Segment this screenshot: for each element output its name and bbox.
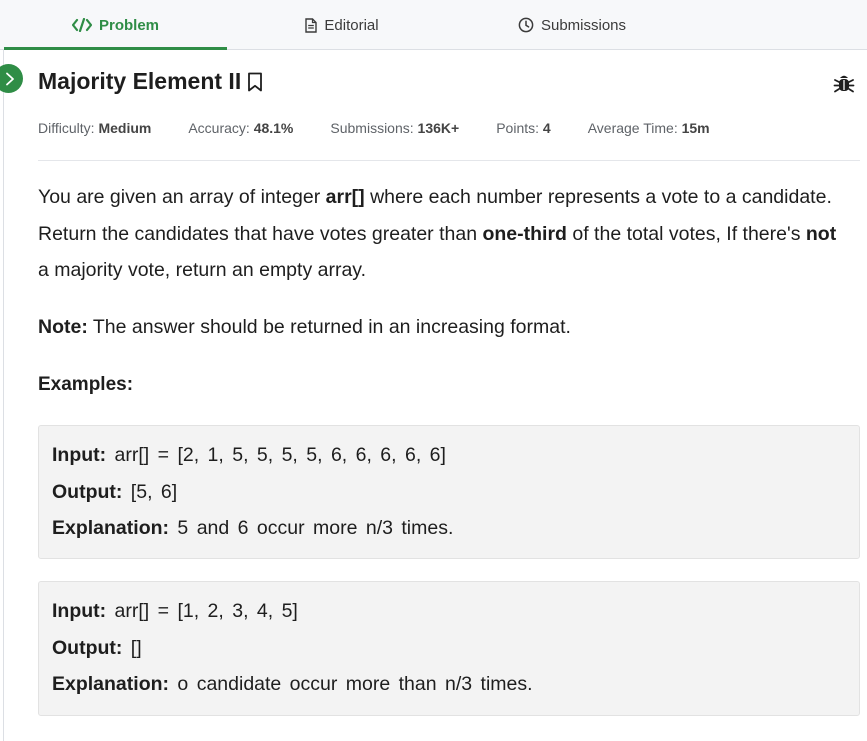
example-explanation: Explanation: o candidate occur more than… bbox=[52, 673, 533, 695]
bookmark-icon[interactable] bbox=[247, 72, 263, 92]
example-output: Output: [] bbox=[52, 636, 142, 659]
expand-panel-button[interactable] bbox=[0, 64, 23, 93]
active-tab-indicator bbox=[4, 47, 227, 50]
example-block: Input: arr[] = [2, 1, 5, 5, 5, 5, 6, 6, … bbox=[38, 425, 860, 559]
meta-submissions: Submissions: 136K+ bbox=[330, 120, 460, 136]
code-icon bbox=[71, 18, 92, 32]
tab-problem[interactable]: Problem bbox=[4, 0, 227, 50]
examples-heading: Examples: bbox=[38, 374, 134, 395]
example-block: Input: arr[] = [1, 2, 3, 4, 5] Output: [… bbox=[38, 581, 860, 716]
meta-difficulty: Difficulty: Medium bbox=[38, 120, 152, 136]
tab-editorial[interactable]: Editorial bbox=[227, 0, 457, 50]
top-tab-bar: Problem Editorial Submissions bbox=[0, 0, 867, 50]
example-output: Output: [5, 6] bbox=[52, 480, 178, 503]
example-explanation: Explanation: 5 and 6 occur more n/3 time… bbox=[52, 517, 454, 539]
tab-label: Problem bbox=[98, 16, 159, 34]
panel-divider bbox=[3, 50, 4, 741]
clock-icon bbox=[518, 17, 534, 33]
meta-average-time: Average Time: 15m bbox=[587, 120, 710, 136]
problem-title-row: Majority Element II bbox=[38, 68, 263, 95]
problem-meta: Difficulty: Medium Accuracy: 48.1% Submi… bbox=[38, 120, 747, 136]
example-input: Input: arr[] = [2, 1, 5, 5, 5, 5, 6, 6, … bbox=[52, 444, 446, 466]
document-icon bbox=[305, 17, 318, 33]
tab-label: Editorial bbox=[324, 16, 379, 34]
example-input: Input: arr[] = [1, 2, 3, 4, 5] bbox=[52, 600, 298, 622]
report-bug-icon[interactable] bbox=[833, 73, 855, 100]
tab-submissions[interactable]: Submissions bbox=[457, 0, 687, 50]
problem-title: Majority Element II bbox=[38, 68, 242, 94]
meta-points: Points: 4 bbox=[496, 120, 551, 136]
problem-note: Note: The answer should be returned in a… bbox=[38, 316, 571, 338]
meta-accuracy: Accuracy: 48.1% bbox=[188, 120, 294, 136]
chevron-right-icon bbox=[5, 72, 15, 86]
tab-label: Submissions bbox=[540, 16, 627, 34]
problem-description: You are given an array of integer arr[] … bbox=[38, 186, 837, 281]
header-divider bbox=[38, 160, 860, 161]
